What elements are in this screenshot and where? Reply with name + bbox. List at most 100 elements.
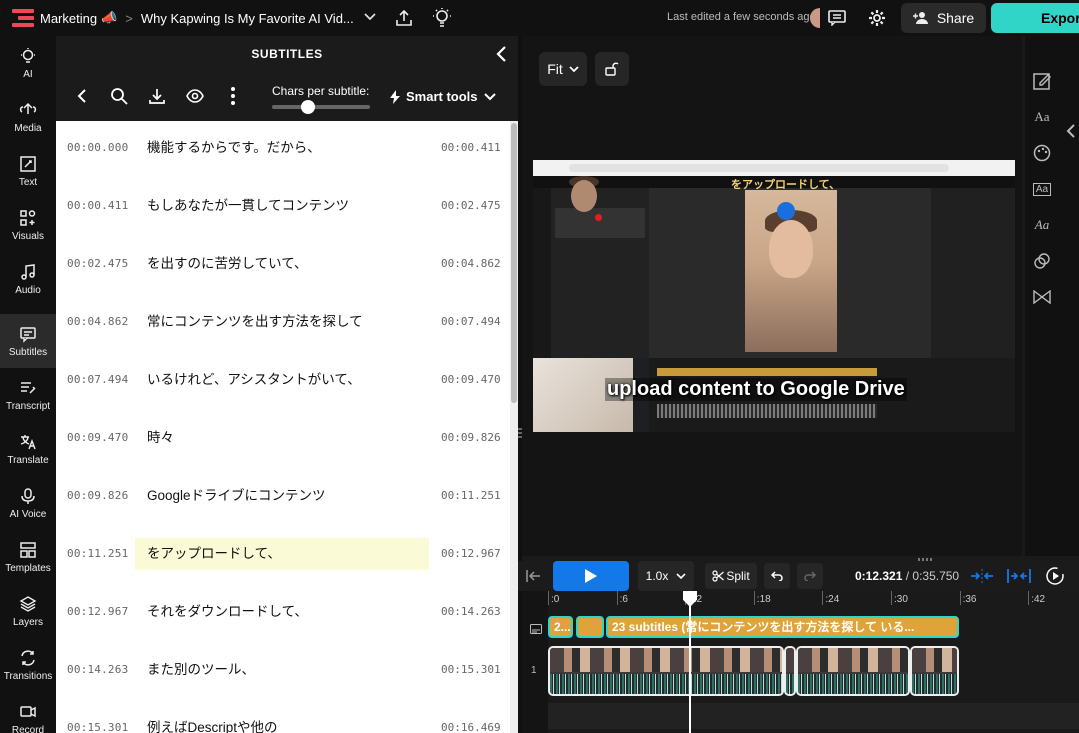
subtitle-text[interactable]: を出すのに苦労していて、 — [135, 248, 429, 280]
export-button[interactable]: Export — [991, 3, 1079, 33]
download-icon[interactable] — [145, 84, 169, 108]
transition-icon[interactable] — [1031, 286, 1053, 308]
play-button[interactable] — [553, 561, 629, 591]
animation-icon[interactable] — [1031, 250, 1053, 272]
subtitle-start-time[interactable]: 00:12.967 — [67, 605, 128, 618]
subtitle-text[interactable]: Googleドライブにコンテンツ — [135, 480, 429, 512]
palette-icon[interactable] — [1031, 142, 1053, 164]
sidebar-item-translate[interactable]: Translate — [0, 422, 56, 476]
subtitle-list-scrollbar[interactable] — [510, 121, 518, 733]
subtitle-text[interactable]: 常にコンテンツを出す方法を探して — [135, 306, 429, 338]
subtitle-text[interactable]: また別のツール、 — [135, 654, 429, 686]
timeline-ruler[interactable]: :0:6:12:18:24:30:36:42 — [548, 591, 1079, 609]
subtitle-row[interactable]: 00:00.000 機能するからです。だから、 00:00.411 — [56, 121, 510, 179]
video-clip[interactable] — [910, 646, 959, 696]
split-button[interactable]: Split — [705, 563, 757, 589]
subtitle-end-time[interactable]: 00:09.470 — [441, 373, 501, 386]
back-icon[interactable] — [70, 84, 94, 108]
text-effects-icon[interactable]: Aa — [1031, 214, 1053, 236]
sidebar-item-templates[interactable]: Templates — [0, 530, 56, 584]
subtitle-end-time[interactable]: 00:04.862 — [441, 257, 501, 270]
zoom-out-timeline-icon[interactable] — [970, 566, 994, 586]
subtitle-start-time[interactable]: 00:00.000 — [67, 141, 128, 154]
subtitle-row[interactable]: 00:07.494 いるけれど、アシスタントがいて、 00:09.470 — [56, 353, 510, 411]
subtitle-start-time[interactable]: 00:09.826 — [67, 489, 128, 502]
sidebar-item-record[interactable]: Record — [0, 692, 56, 733]
sidebar-item-ai[interactable]: AI — [0, 36, 56, 90]
subtitle-clip[interactable]: 2... — [548, 616, 573, 638]
kapwing-logo-icon[interactable] — [12, 9, 34, 27]
text-box-icon[interactable]: Aa — [1031, 178, 1053, 200]
subtitle-start-time[interactable]: 00:14.263 — [67, 663, 128, 676]
playhead[interactable] — [689, 591, 691, 733]
subtitle-start-time[interactable]: 00:09.470 — [67, 431, 128, 444]
slider-thumb[interactable] — [301, 100, 315, 114]
collapse-panel-icon[interactable] — [492, 44, 512, 64]
lightbulb-icon[interactable] — [430, 6, 454, 30]
collapse-timeline-icon[interactable] — [522, 566, 546, 586]
subtitle-start-time[interactable]: 00:11.251 — [67, 547, 128, 560]
subtitle-end-time[interactable]: 00:12.967 — [441, 547, 501, 560]
sidebar-item-text[interactable]: Text — [0, 144, 56, 198]
sidebar-item-audio[interactable]: Audio — [0, 252, 56, 306]
edit-icon[interactable] — [1031, 70, 1053, 92]
sidebar-item-transitions[interactable]: Transitions — [0, 638, 56, 692]
subtitle-text[interactable]: もしあなたが一貫してコンテンツ — [135, 190, 429, 222]
sidebar-item-visuals[interactable]: Visuals — [0, 198, 56, 252]
subtitle-text[interactable]: 時々 — [135, 422, 429, 454]
sidebar-item-layers[interactable]: Layers — [0, 584, 56, 638]
subtitle-row[interactable]: 00:12.967 それをダウンロードして、 00:14.263 — [56, 585, 510, 643]
subtitle-row[interactable]: 00:00.411 もしあなたが一貫してコンテンツ 00:02.475 — [56, 179, 510, 237]
subtitle-end-time[interactable]: 00:11.251 — [441, 489, 501, 502]
undo-button[interactable] — [764, 563, 790, 589]
chevron-down-icon[interactable] — [364, 12, 376, 24]
fit-zoom-dropdown[interactable]: Fit — [539, 52, 587, 86]
unlock-button[interactable] — [595, 52, 629, 86]
subtitle-row[interactable]: 00:11.251 をアップロードして、 00:12.967 — [56, 527, 510, 585]
subtitle-row[interactable]: 00:09.826 Googleドライブにコンテンツ 00:11.251 — [56, 469, 510, 527]
subtitle-text[interactable]: 例えばDescriptや他の — [135, 712, 429, 733]
project-title[interactable]: Why Kapwing Is My Favorite AI Vid... — [141, 11, 354, 26]
subtitle-start-time[interactable]: 00:02.475 — [67, 257, 128, 270]
subtitle-row[interactable]: 00:15.301 例えばDescriptや他の 00:16.469 — [56, 701, 510, 733]
empty-track[interactable] — [548, 703, 1079, 729]
redo-button[interactable] — [797, 563, 823, 589]
video-preview[interactable]: をアップロードして、 upload content to Google Driv… — [533, 160, 1015, 432]
video-clip[interactable] — [784, 646, 796, 696]
avatar[interactable] — [810, 8, 820, 28]
more-options-icon[interactable] — [221, 84, 245, 108]
sidebar-item-ai-voice[interactable]: AI Voice — [0, 476, 56, 530]
smart-tools-button[interactable]: Smart tools — [390, 89, 496, 104]
subtitle-end-time[interactable]: 00:16.469 — [441, 721, 501, 733]
comments-icon[interactable] — [825, 6, 849, 30]
subtitle-row[interactable]: 00:04.862 常にコンテンツを出す方法を探して 00:07.494 — [56, 295, 510, 353]
playback-mode-icon[interactable] — [1043, 566, 1067, 586]
sidebar-item-media[interactable]: Media — [0, 90, 56, 144]
sidebar-item-subtitles[interactable]: Subtitles — [0, 314, 56, 368]
subtitle-text[interactable]: をアップロードして、 — [135, 538, 429, 570]
gear-icon[interactable] — [865, 6, 889, 30]
subtitle-text[interactable]: それをダウンロードして、 — [135, 596, 429, 628]
upload-icon[interactable] — [392, 6, 416, 30]
video-clip[interactable] — [796, 646, 910, 696]
subtitle-clip[interactable]: 23 subtitles (常にコンテンツを出す方法を探して いる... — [606, 616, 959, 638]
subtitle-text[interactable]: いるけれど、アシスタントがいて、 — [135, 364, 429, 396]
scroll-thumb[interactable] — [511, 123, 517, 403]
subtitle-start-time[interactable]: 00:15.301 — [67, 721, 128, 733]
video-clip[interactable] — [548, 646, 784, 696]
subtitle-row[interactable]: 00:14.263 また別のツール、 00:15.301 — [56, 643, 510, 701]
breadcrumb-workspace[interactable]: Marketing 📣 — [40, 10, 117, 26]
subtitle-start-time[interactable]: 00:00.411 — [67, 199, 128, 212]
subtitle-end-time[interactable]: 00:02.475 — [441, 199, 501, 212]
playback-speed-dropdown[interactable]: 1.0x — [638, 561, 694, 591]
search-icon[interactable] — [107, 84, 131, 108]
subtitle-start-time[interactable]: 00:04.862 — [67, 315, 128, 328]
subtitle-row[interactable]: 00:02.475 を出すのに苦労していて、 00:04.862 — [56, 237, 510, 295]
subtitle-row[interactable]: 00:09.470 時々 00:09.826 — [56, 411, 510, 469]
subtitle-end-time[interactable]: 00:09.826 — [441, 431, 501, 444]
subtitle-end-time[interactable]: 00:15.301 — [441, 663, 501, 676]
subtitle-end-time[interactable]: 00:14.263 — [441, 605, 501, 618]
caption-overlay[interactable]: upload content to Google Drive — [605, 378, 907, 401]
eye-icon[interactable] — [183, 84, 207, 108]
subtitle-end-time[interactable]: 00:07.494 — [441, 315, 501, 328]
